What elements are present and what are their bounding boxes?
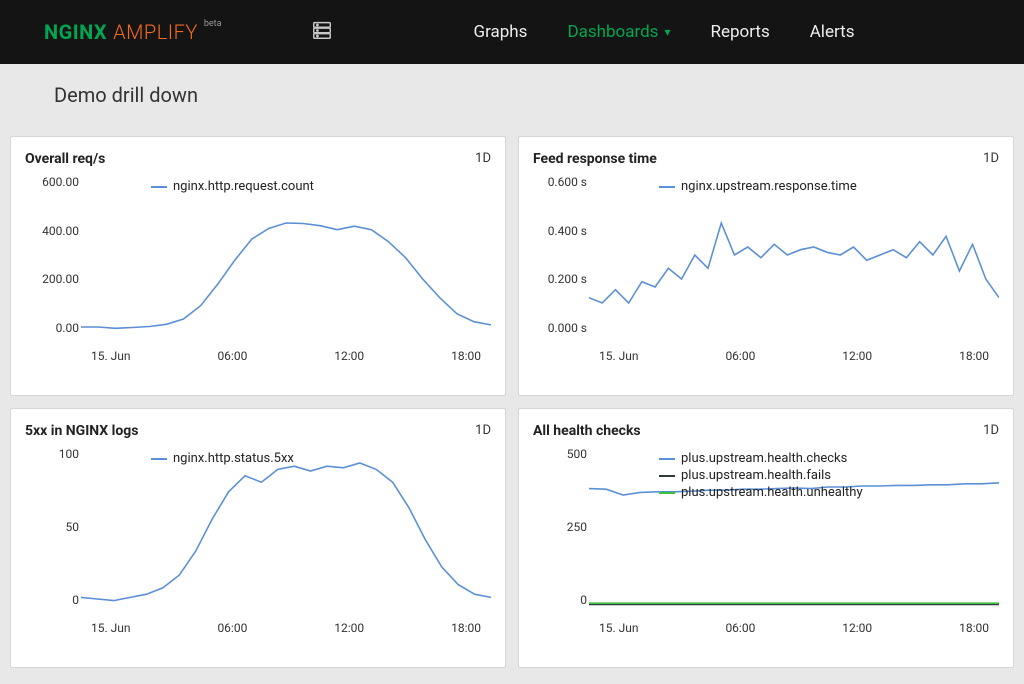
legend-swatch — [659, 492, 675, 494]
legend-label: nginx.http.status.5xx — [173, 451, 294, 466]
x-tick: 18:00 — [451, 621, 481, 635]
y-tick: 250 — [537, 520, 587, 534]
x-tick: 06:00 — [725, 621, 755, 635]
legend-item[interactable]: nginx.http.status.5xx — [151, 451, 294, 466]
panel-title: Overall req/s — [25, 151, 105, 167]
legend-label: plus.upstream.health.fails — [681, 468, 831, 483]
y-tick: 0.200 s — [537, 272, 587, 286]
logo-nginx: NGINX — [44, 20, 107, 44]
legend-item[interactable]: plus.upstream.health.unhealthy — [659, 485, 863, 500]
main-nav: Graphs Dashboards ▾ Reports Alerts — [473, 22, 854, 42]
x-tick: 06:00 — [217, 349, 247, 363]
x-tick: 15. Jun — [91, 349, 131, 363]
legend-item[interactable]: plus.upstream.health.checks — [659, 451, 863, 466]
page-title: Demo drill down — [54, 83, 198, 107]
time-range-selector[interactable]: 1D — [475, 151, 491, 166]
legend-label: nginx.http.request.count — [173, 179, 314, 194]
panel-overall-reqs: Overall req/s 1D 600.00 400.00 200.00 0.00 n… — [10, 136, 506, 396]
y-tick: 0.600 s — [537, 175, 587, 189]
y-tick: 200.00 — [29, 272, 79, 286]
panel-feed-response: Feed response time 1D 0.600 s 0.400 s 0.20… — [518, 136, 1014, 396]
y-tick: 0 — [537, 593, 587, 607]
panel-title: 5xx in NGINX logs — [25, 423, 138, 439]
y-tick: 100 — [29, 447, 79, 461]
x-tick: 15. Jun — [599, 349, 639, 363]
legend-swatch — [151, 186, 167, 188]
x-tick: 12:00 — [842, 349, 872, 363]
logo-amplify: AMPLIFY — [113, 20, 198, 44]
topbar: NGINX AMPLIFY beta Graphs Dashboards ▾ R… — [0, 0, 1024, 64]
y-tick: 500 — [537, 447, 587, 461]
nav-alerts[interactable]: Alerts — [810, 22, 855, 42]
x-tick: 15. Jun — [91, 621, 131, 635]
chevron-down-icon: ▾ — [664, 25, 670, 39]
legend-swatch — [659, 458, 675, 460]
panel-grid: Overall req/s 1D 600.00 400.00 200.00 0.00 n… — [0, 126, 1024, 678]
y-tick: 0 — [29, 593, 79, 607]
brand-logo[interactable]: NGINX AMPLIFY beta — [44, 20, 221, 44]
panel-title: Feed response time — [533, 151, 657, 167]
x-tick: 18:00 — [959, 621, 989, 635]
chart-overall: 600.00 400.00 200.00 0.00 nginx.http.request… — [25, 175, 491, 375]
legend-item[interactable]: nginx.upstream.response.time — [659, 179, 857, 194]
time-range-selector[interactable]: 1D — [983, 423, 999, 438]
chart-feed: 0.600 s 0.400 s 0.200 s 0.000 s nginx.upstre… — [533, 175, 999, 375]
legend-item[interactable]: plus.upstream.health.fails — [659, 468, 863, 483]
time-range-selector[interactable]: 1D — [475, 423, 491, 438]
legend-label: plus.upstream.health.checks — [681, 451, 847, 466]
y-tick: 0.00 — [29, 321, 79, 335]
chart-health: 500 250 0 plus.upstream.health.checks plus.u… — [533, 447, 999, 647]
legend-item[interactable]: nginx.http.request.count — [151, 179, 314, 194]
x-tick: 06:00 — [725, 349, 755, 363]
y-tick: 400.00 — [29, 224, 79, 238]
x-tick: 12:00 — [334, 621, 364, 635]
chart-fivexx: 100 50 0 nginx.http.status.5xx 15. Jun 06:00 1… — [25, 447, 491, 647]
legend-swatch — [659, 475, 675, 477]
nav-dashboards-label: Dashboards — [567, 22, 658, 42]
time-range-selector[interactable]: 1D — [983, 151, 999, 166]
y-tick: 600.00 — [29, 175, 79, 189]
panel-health-checks: All health checks 1D 500 250 0 plus.upstrea… — [518, 408, 1014, 668]
panel-title: All health checks — [533, 423, 641, 439]
logo-beta: beta — [204, 19, 222, 29]
subheader: Demo drill down — [0, 64, 1024, 126]
x-tick: 12:00 — [842, 621, 872, 635]
nav-reports[interactable]: Reports — [710, 22, 769, 42]
server-icon[interactable] — [311, 19, 333, 45]
y-tick: 0.400 s — [537, 224, 587, 238]
x-tick: 06:00 — [217, 621, 247, 635]
nav-graphs[interactable]: Graphs — [473, 22, 527, 42]
legend-swatch — [151, 458, 167, 460]
x-tick: 18:00 — [451, 349, 481, 363]
legend-swatch — [659, 186, 675, 188]
y-tick: 50 — [29, 520, 79, 534]
x-tick: 18:00 — [959, 349, 989, 363]
y-tick: 0.000 s — [537, 321, 587, 335]
x-tick: 12:00 — [334, 349, 364, 363]
legend-label: plus.upstream.health.unhealthy — [681, 485, 863, 500]
legend-label: nginx.upstream.response.time — [681, 179, 857, 194]
x-tick: 15. Jun — [599, 621, 639, 635]
nav-dashboards[interactable]: Dashboards ▾ — [567, 22, 670, 42]
panel-5xx-logs: 5xx in NGINX logs 1D 100 50 0 nginx.http.st… — [10, 408, 506, 668]
